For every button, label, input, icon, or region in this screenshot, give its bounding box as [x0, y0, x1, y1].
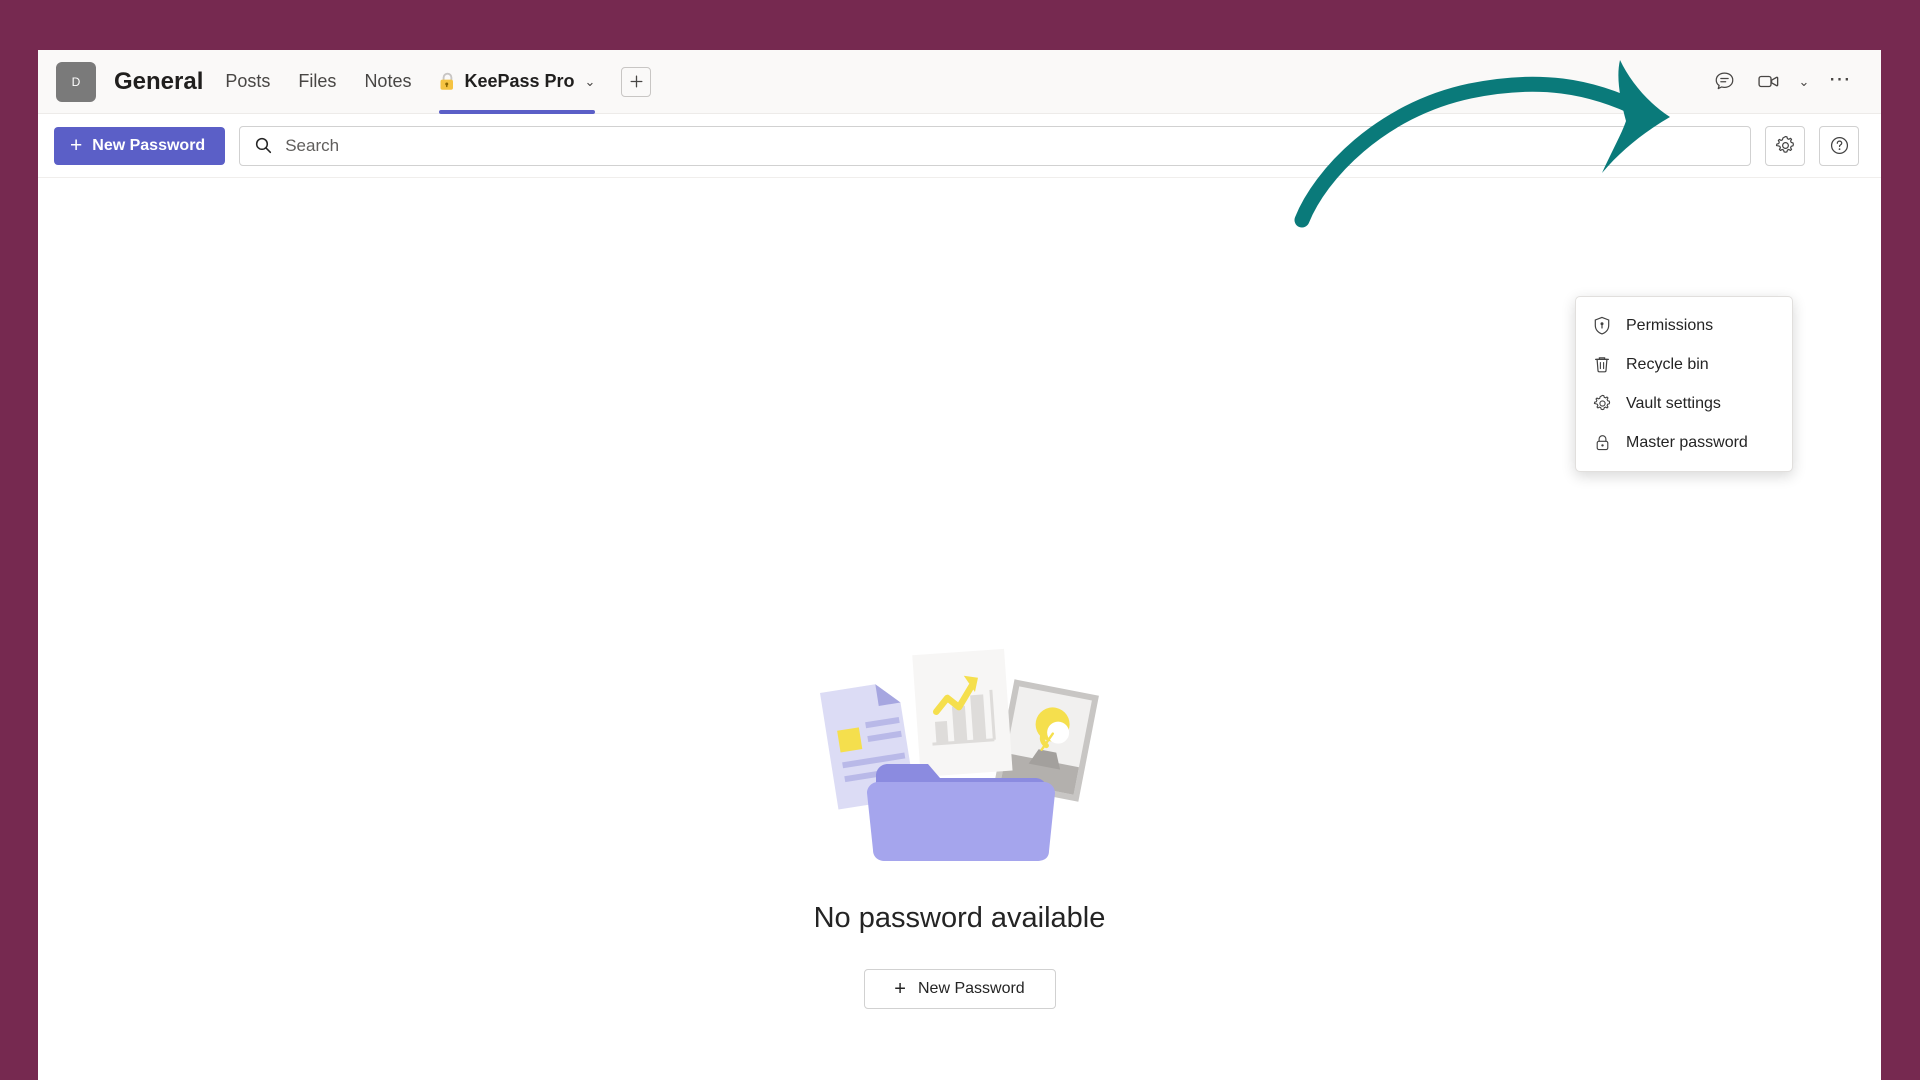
tab-posts-label: Posts	[225, 71, 271, 91]
gear-icon	[1592, 394, 1612, 414]
folder-with-documents-illustration	[810, 648, 1110, 868]
vault-settings-gear-button[interactable]	[1765, 125, 1805, 166]
avatar: D	[56, 61, 96, 102]
tab-strip: Posts Files Notes KeePass Pro ⌄	[211, 50, 652, 114]
menu-item-vault-settings-label: Vault settings	[1626, 394, 1721, 412]
vault-settings-menu: Permissions Recycle bin Vault settings M…	[1575, 296, 1793, 472]
chevron-down-icon[interactable]: ⌄	[585, 74, 596, 90]
plus-icon: +	[70, 134, 83, 157]
new-password-button-label: New Password	[92, 136, 206, 154]
tab-files-label: Files	[298, 71, 337, 91]
empty-state-new-password-label: New Password	[917, 980, 1025, 997]
tab-notes[interactable]: Notes	[350, 50, 425, 114]
help-circle-icon[interactable]	[1819, 125, 1859, 166]
tab-notes-label: Notes	[364, 71, 412, 91]
tab-keepass-pro-label: KeePass Pro	[464, 71, 575, 91]
empty-state: No password available + New Password	[38, 648, 1881, 1009]
menu-item-master-password[interactable]: Master password	[1576, 423, 1792, 462]
video-camera-icon[interactable]	[1749, 63, 1787, 101]
new-password-button[interactable]: + New Password	[54, 126, 226, 165]
vault-toolbar: + New Password	[38, 114, 1881, 178]
shield-icon	[1592, 316, 1612, 336]
add-tab-button[interactable]	[621, 66, 652, 97]
channel-header: D General Posts Files Notes KeePass Pro …	[38, 50, 1881, 114]
search-icon	[254, 136, 273, 155]
chevron-down-icon[interactable]: ⌄	[1793, 74, 1815, 90]
search-box[interactable]	[239, 125, 1751, 166]
header-actions: ⌄ ⋯	[1705, 63, 1859, 101]
search-input[interactable]	[285, 135, 1736, 156]
tab-files[interactable]: Files	[284, 50, 350, 114]
more-options-glyph: ⋯	[1828, 65, 1852, 91]
tab-keepass-pro[interactable]: KeePass Pro ⌄	[425, 50, 609, 114]
page-title: General	[114, 67, 204, 95]
empty-state-new-password-button[interactable]: + New Password	[863, 969, 1056, 1009]
empty-state-title: No password available	[813, 902, 1106, 934]
menu-item-recycle-bin-label: Recycle bin	[1626, 355, 1709, 373]
vault-content: No password available + New Password Per…	[38, 178, 1881, 1080]
menu-item-master-password-label: Master password	[1626, 433, 1748, 451]
menu-item-permissions[interactable]: Permissions	[1576, 306, 1792, 345]
tab-posts[interactable]: Posts	[211, 50, 284, 114]
menu-item-permissions-label: Permissions	[1626, 316, 1714, 334]
lock-icon	[439, 72, 456, 91]
more-options-icon[interactable]: ⋯	[1821, 63, 1859, 101]
plus-icon: +	[894, 978, 906, 1000]
app-window: D General Posts Files Notes KeePass Pro …	[38, 50, 1881, 1080]
chat-icon[interactable]	[1705, 63, 1743, 101]
avatar-initial: D	[71, 74, 81, 89]
trash-icon	[1592, 355, 1612, 375]
lock-icon	[1592, 433, 1612, 453]
menu-item-recycle-bin[interactable]: Recycle bin	[1576, 345, 1792, 384]
menu-item-vault-settings[interactable]: Vault settings	[1576, 384, 1792, 423]
